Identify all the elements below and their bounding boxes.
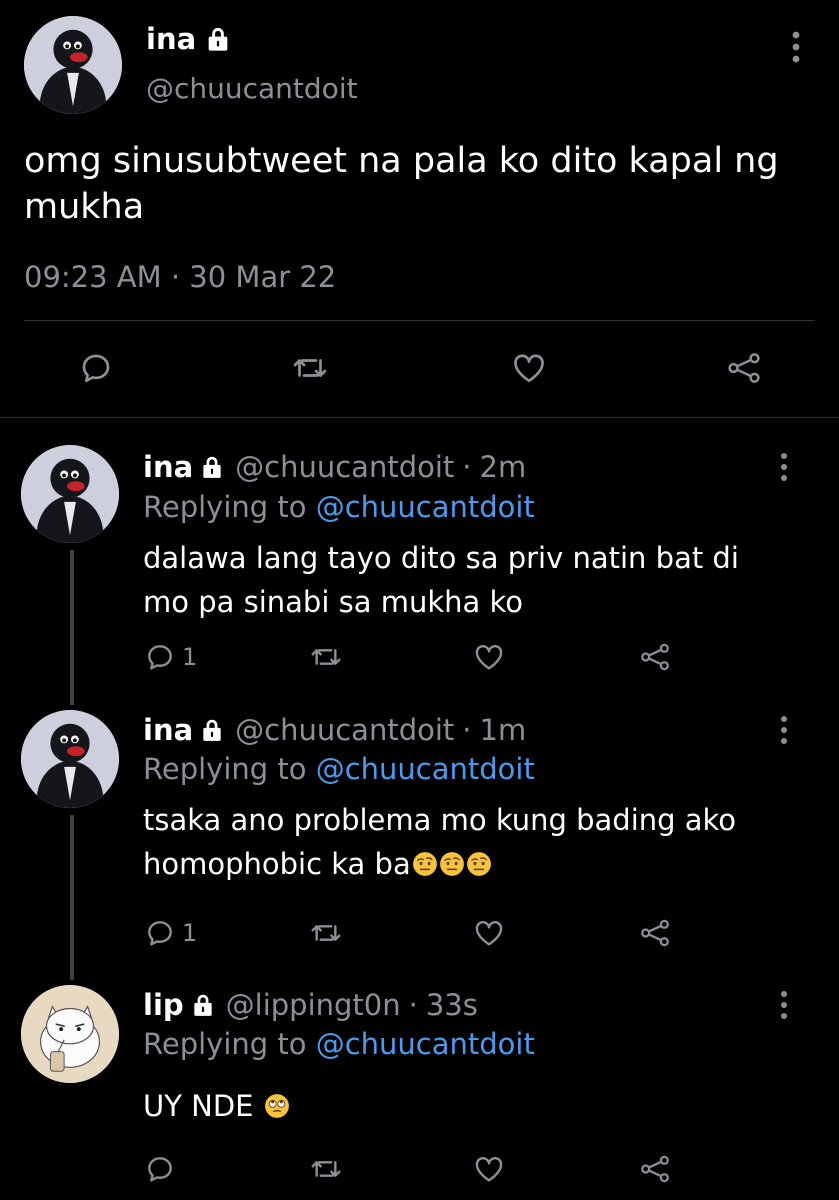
retweet-icon <box>311 649 341 665</box>
replying-to: Replying to @chuucantdoit <box>143 1027 535 1061</box>
share-button[interactable] <box>638 1153 672 1185</box>
share-icon <box>641 919 669 947</box>
mention-link[interactable]: @chuucantdoit <box>316 752 535 786</box>
reply-icon <box>148 1157 172 1182</box>
raised-eyebrow-emoji <box>466 852 491 876</box>
reply-text: dalawa lang tayo dito sa priv natin bat … <box>143 541 739 619</box>
avatar[interactable] <box>21 445 119 543</box>
retweet-icon <box>311 1161 341 1177</box>
like-button[interactable] <box>472 641 506 673</box>
author-name[interactable]: ina <box>146 22 232 56</box>
lock-icon <box>203 456 221 478</box>
like-button[interactable] <box>510 350 548 386</box>
reply-icon <box>148 645 172 670</box>
retweet-button[interactable] <box>308 641 344 673</box>
author-handle[interactable]: @chuucantdoit <box>146 72 358 105</box>
author-name[interactable]: lip <box>143 988 216 1022</box>
eye-roll-emoji <box>264 1094 289 1118</box>
divider <box>0 417 839 418</box>
author-handle[interactable]: @lippingt0n <box>226 988 401 1022</box>
reply-count: 1 <box>182 919 198 947</box>
more-icon[interactable] <box>778 715 790 745</box>
raised-eyebrow-emoji <box>412 852 437 876</box>
reply-age[interactable]: 33s <box>426 988 478 1022</box>
separator: · <box>462 450 472 484</box>
thread-line <box>70 550 74 705</box>
replying-to-label: Replying to <box>143 752 307 786</box>
retweet-icon <box>293 359 327 377</box>
retweet-button[interactable] <box>308 1153 344 1185</box>
retweet-button[interactable] <box>308 917 344 949</box>
replying-to-label: Replying to <box>143 1027 307 1061</box>
reply-icon <box>148 921 172 946</box>
replying-to-label: Replying to <box>143 490 307 524</box>
penguin-avatar-icon <box>21 445 119 543</box>
more-icon[interactable] <box>778 990 790 1020</box>
tweet-text: omg sinusubtweet na pala ko dito kapal n… <box>24 141 779 227</box>
avatar[interactable] <box>21 710 119 808</box>
more-icon[interactable] <box>778 452 790 482</box>
tweet-timestamp[interactable]: 09:23 AM · 30 Mar 22 <box>24 260 336 294</box>
like-icon <box>475 645 503 670</box>
mention-link[interactable]: @chuucantdoit <box>316 490 535 524</box>
like-icon <box>475 1157 503 1182</box>
like-icon <box>514 354 544 383</box>
avatar[interactable] <box>21 985 119 1083</box>
author-name-text: lip <box>143 988 184 1022</box>
lock-icon <box>208 27 228 51</box>
divider <box>24 320 815 321</box>
mention-link[interactable]: @chuucantdoit <box>316 1027 535 1061</box>
share-button[interactable] <box>638 641 672 673</box>
like-button[interactable] <box>472 1153 506 1185</box>
reply-header: ina @chuucantdoit · 1m <box>143 713 526 747</box>
reply-text-block: UY NDE <box>143 1084 793 1128</box>
tweet-actions <box>0 350 839 390</box>
separator: · <box>462 713 472 747</box>
author-name-text: ina <box>143 450 194 484</box>
more-icon[interactable] <box>790 30 802 64</box>
author-handle[interactable]: @chuucantdoit <box>235 450 454 484</box>
raised-eyebrow-emoji <box>439 852 464 876</box>
lock-icon <box>203 719 221 741</box>
author-name[interactable]: ina <box>143 450 225 484</box>
replying-to: Replying to @chuucantdoit <box>143 490 535 524</box>
reply-button[interactable]: 1 <box>144 641 197 673</box>
share-button[interactable] <box>724 350 764 386</box>
penguin-avatar-icon <box>24 16 122 114</box>
author-name-text: ina <box>143 713 194 747</box>
reply-button[interactable] <box>144 1153 182 1185</box>
separator: · <box>408 988 418 1022</box>
avatar[interactable] <box>24 16 122 114</box>
like-button[interactable] <box>472 917 506 949</box>
retweet-icon <box>311 925 341 941</box>
reply-icon <box>82 354 110 383</box>
reply-button[interactable] <box>78 350 114 386</box>
reply-age[interactable]: 2m <box>480 450 527 484</box>
author-name-text: ina <box>146 22 197 56</box>
moomin-avatar-icon <box>21 985 119 1083</box>
share-icon <box>728 353 760 383</box>
share-button[interactable] <box>638 917 672 949</box>
penguin-avatar-icon <box>21 710 119 808</box>
replying-to: Replying to @chuucantdoit <box>143 752 535 786</box>
lock-icon <box>193 994 212 1016</box>
retweet-button[interactable] <box>290 350 330 386</box>
author-name[interactable]: ina <box>143 713 225 747</box>
reply-button[interactable]: 1 <box>144 917 197 949</box>
share-icon <box>641 643 669 671</box>
reply-count: 1 <box>182 643 198 671</box>
share-icon <box>641 1155 669 1183</box>
like-icon <box>475 921 503 946</box>
reply-text-block: tsaka ano problema mo kung bading ako ho… <box>143 798 793 886</box>
reply-header: ina @chuucantdoit · 2m <box>143 450 526 484</box>
reply-text: UY NDE <box>143 1089 254 1123</box>
reply-age[interactable]: 1m <box>480 713 527 747</box>
author-handle[interactable]: @chuucantdoit <box>235 713 454 747</box>
reply-header: lip @lippingt0n · 33s <box>143 988 478 1022</box>
thread-line <box>70 815 74 980</box>
main-tweet: ina @chuucantdoit omg sinusubtweet na pa… <box>0 0 839 418</box>
